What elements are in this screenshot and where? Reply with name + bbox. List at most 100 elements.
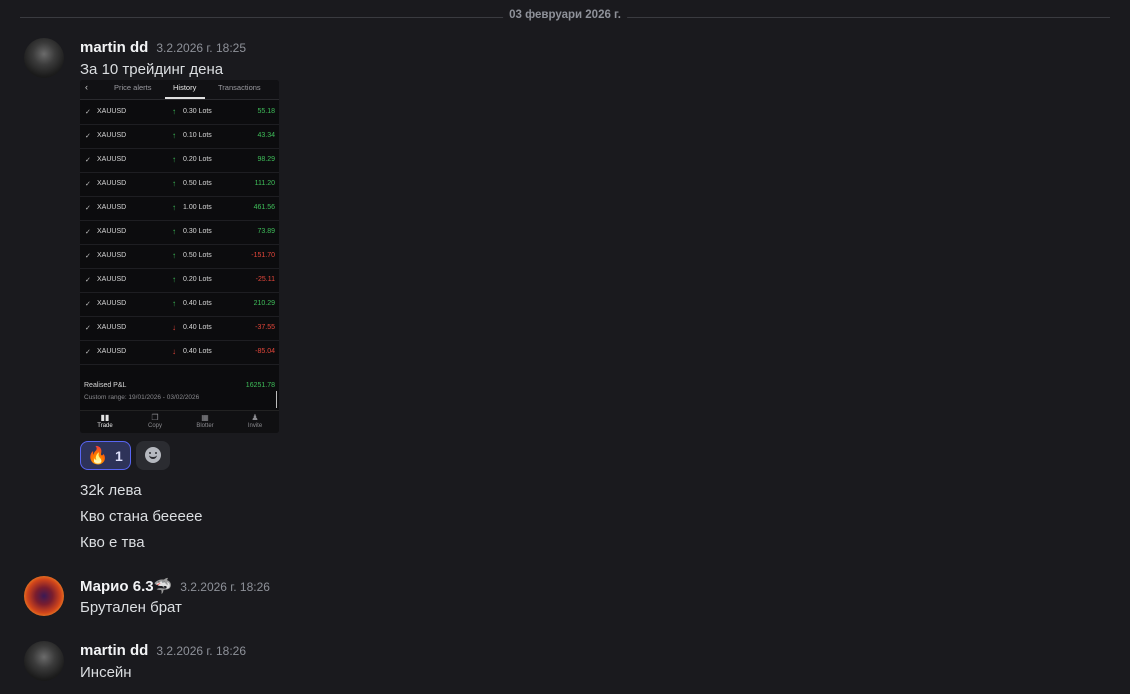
arrow-down-icon: ↓ (172, 347, 176, 356)
arrow-up-icon: ↑ (172, 203, 176, 212)
check-icon: ✓ (85, 109, 91, 116)
message-text: 32k лева (80, 482, 142, 499)
timestamp[interactable]: 3.2.2026 г. 18:25 (156, 41, 246, 55)
trade-lots: 0.50 Lots (183, 180, 212, 187)
trade-pnl: -25.11 (255, 276, 275, 283)
trade-row: ✓ XAUUSD ↑ 0.40 Lots 210.29 (80, 292, 279, 317)
avatar[interactable] (24, 38, 64, 78)
trade-row: ✓ XAUUSD ↑ 0.50 Lots 111.20 (80, 172, 279, 197)
message-text: Инсейн (80, 664, 132, 681)
trade-symbol: XAUUSD (97, 324, 127, 331)
reaction-fire[interactable]: 🔥 1 (80, 441, 131, 470)
trade-lots: 0.40 Lots (183, 348, 212, 355)
realised-pnl-label: Realised P&L (84, 382, 127, 389)
arrow-up-icon: ↑ (172, 155, 176, 164)
trade-row: ✓ XAUUSD ↓ 0.40 Lots -85.04 (80, 340, 279, 365)
trade-lots: 0.50 Lots (183, 252, 212, 259)
trade-symbol: XAUUSD (97, 132, 127, 139)
nav-trade: ▮▮ Trade (90, 413, 120, 429)
trade-pnl: 461.56 (253, 204, 275, 211)
active-tab-indicator (165, 97, 205, 99)
tab-history: History (173, 83, 197, 92)
trade-lots: 0.30 Lots (183, 228, 212, 235)
trade-pnl: 210.29 (253, 300, 275, 307)
reaction-count: 1 (115, 448, 123, 464)
arrow-up-icon: ↑ (172, 131, 176, 140)
trade-pnl: 73.89 (257, 228, 275, 235)
trade-row: ✓ XAUUSD ↑ 0.20 Lots 98.29 (80, 148, 279, 173)
trade-pnl: -85.04 (255, 348, 275, 355)
nav-copy: ❐ Copy (140, 413, 170, 429)
date-range: Custom range: 19/01/2026 - 03/02/2026 (84, 394, 200, 401)
trade-lots: 0.10 Lots (183, 132, 212, 139)
trade-row: ✓ XAUUSD ↑ 0.30 Lots 73.89 (80, 220, 279, 245)
grid-icon: ▦ (201, 413, 209, 422)
trade-row: ✓ XAUUSD ↑ 1.00 Lots 461.56 (80, 196, 279, 221)
message-text: Кво стана беееее (80, 508, 203, 525)
arrow-up-icon: ↑ (172, 251, 176, 260)
fire-emoji: 🔥 (87, 446, 109, 465)
message-text: За 10 трейдинг дена (80, 61, 224, 78)
timestamp[interactable]: 3.2.2026 г. 18:26 (180, 580, 270, 594)
trade-pnl: 55.18 (257, 108, 275, 115)
check-icon: ✓ (85, 229, 91, 236)
people-icon: ♟ (251, 413, 259, 422)
check-icon: ✓ (85, 157, 91, 164)
check-icon: ✓ (85, 205, 91, 212)
trade-row: ✓ XAUUSD ↓ 0.40 Lots -37.55 (80, 316, 279, 341)
timestamp[interactable]: 3.2.2026 г. 18:26 (156, 644, 246, 658)
trade-symbol: XAUUSD (97, 348, 127, 355)
trade-pnl: 43.34 (257, 132, 275, 139)
trade-lots: 1.00 Lots (183, 204, 212, 211)
check-icon: ✓ (85, 277, 91, 284)
arrow-up-icon: ↑ (172, 275, 176, 284)
arrow-up-icon: ↑ (172, 179, 176, 188)
copy-icon: ❐ (151, 413, 159, 422)
nav-blotter: ▦ Blotter (190, 413, 220, 429)
realised-pnl-value: 16251.78 (245, 382, 275, 389)
trade-row: ✓ XAUUSD ↑ 0.20 Lots -25.11 (80, 268, 279, 293)
trade-lots: 0.20 Lots (183, 276, 212, 283)
trade-row: ✓ XAUUSD ↑ 0.30 Lots 55.18 (80, 100, 279, 125)
app-tabs: ‹ Price alerts History Transactions (80, 80, 279, 100)
trade-lots: 0.40 Lots (183, 324, 212, 331)
scrollbar (275, 391, 277, 408)
trade-row: ✓ XAUUSD ↑ 0.10 Lots 43.34 (80, 124, 279, 149)
arrow-up-icon: ↑ (172, 227, 176, 236)
trade-symbol: XAUUSD (97, 156, 127, 163)
add-reaction-button[interactable] (136, 441, 170, 470)
trade-pnl: -37.55 (255, 324, 275, 331)
check-icon: ✓ (85, 181, 91, 188)
username[interactable]: Марио 6.3🦈 (80, 578, 172, 595)
trade-symbol: XAUUSD (97, 252, 127, 259)
trade-symbol: XAUUSD (97, 228, 127, 235)
message-text: Брутален брат (80, 599, 182, 616)
tab-price-alerts: Price alerts (114, 83, 152, 92)
trade-pnl: 98.29 (257, 156, 275, 163)
trade-pnl: 111.20 (254, 180, 275, 187)
avatar[interactable] (24, 641, 64, 681)
nav-invite: ♟ Invite (240, 413, 270, 429)
trade-lots: 0.30 Lots (183, 108, 212, 115)
trade-symbol: XAUUSD (97, 300, 127, 307)
message-text: Кво е тва (80, 534, 145, 551)
check-icon: ✓ (85, 349, 91, 356)
date-divider-label: 03 февруари 2026 г. (503, 9, 627, 21)
trade-symbol: XAUUSD (97, 180, 127, 187)
username[interactable]: martin dd (80, 642, 148, 659)
trade-symbol: XAUUSD (97, 276, 127, 283)
check-icon: ✓ (85, 133, 91, 140)
arrow-up-icon: ↑ (172, 299, 176, 308)
avatar[interactable] (24, 576, 64, 616)
trade-symbol: XAUUSD (97, 204, 127, 211)
back-arrow-icon: ‹ (85, 82, 88, 92)
username[interactable]: martin dd (80, 39, 148, 56)
trade-row: ✓ XAUUSD ↑ 0.50 Lots -151.70 (80, 244, 279, 269)
arrow-up-icon: ↑ (172, 107, 176, 116)
check-icon: ✓ (85, 253, 91, 260)
image-attachment[interactable]: ‹ Price alerts History Transactions ✓ XAU… (80, 80, 279, 433)
check-icon: ✓ (85, 325, 91, 332)
arrow-down-icon: ↓ (172, 323, 176, 332)
smiley-icon (145, 447, 161, 463)
trade-pnl: -151.70 (251, 252, 275, 259)
